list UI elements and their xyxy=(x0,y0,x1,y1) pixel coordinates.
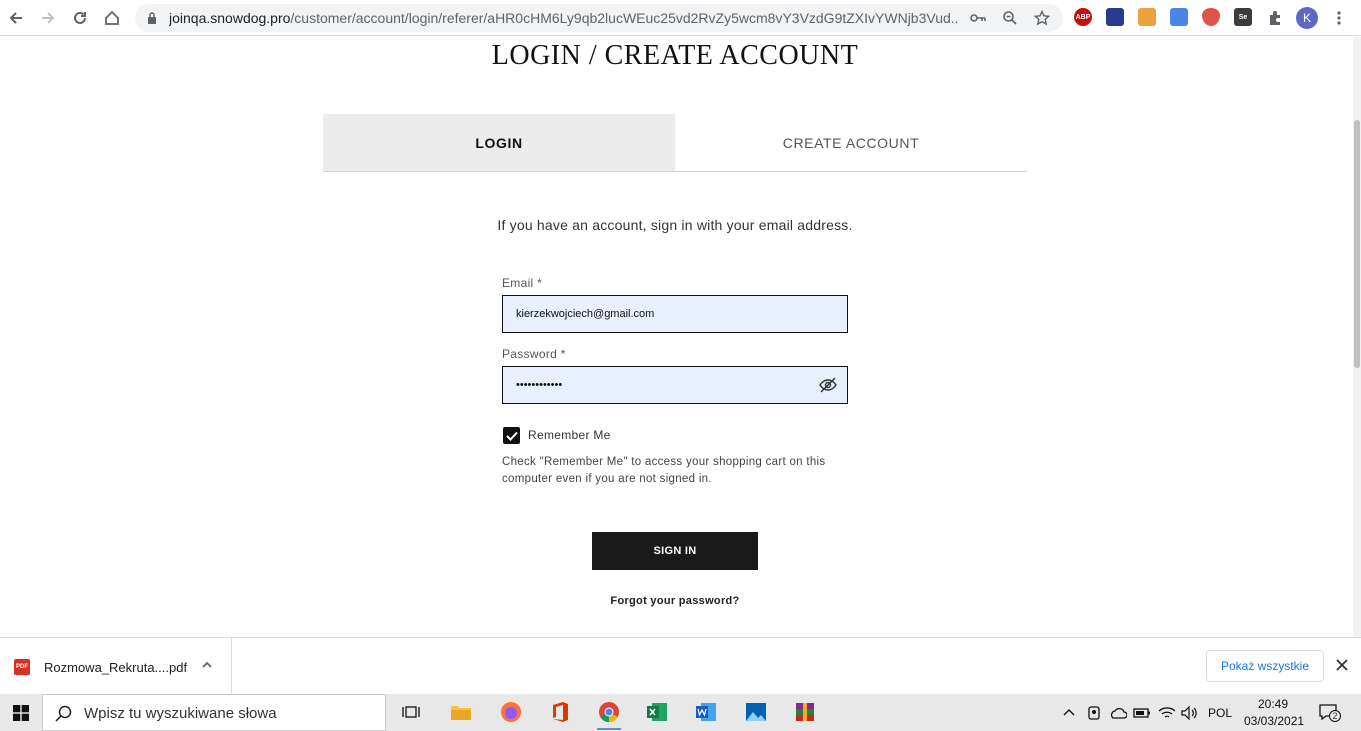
firefox-icon[interactable] xyxy=(497,698,525,726)
shield-ext-icon[interactable] xyxy=(1202,8,1220,26)
google-translate-icon[interactable] xyxy=(1170,8,1188,26)
volume-icon[interactable] xyxy=(1181,706,1199,720)
back-button[interactable] xyxy=(4,6,28,30)
start-button[interactable] xyxy=(0,694,42,731)
checkmark-icon xyxy=(505,431,518,441)
download-file-name: Rozmowa_Rekruta....pdf xyxy=(44,660,188,675)
account-tabs: LOGIN CREATE ACCOUNT xyxy=(323,114,1027,172)
remember-me-checkbox[interactable] xyxy=(503,427,520,444)
forward-arrow-icon xyxy=(42,12,55,24)
remember-me-label[interactable]: Remember Me xyxy=(528,428,611,442)
reload-icon xyxy=(74,11,86,24)
word-icon[interactable] xyxy=(692,698,720,726)
password-value: •••••••••••• xyxy=(516,379,563,391)
page-title: LOGIN / CREATE ACCOUNT xyxy=(491,40,859,71)
abp-icon[interactable]: ABP xyxy=(1074,8,1092,26)
profile-avatar[interactable]: K xyxy=(1296,7,1318,29)
pdf-file-icon: PDF xyxy=(14,659,30,675)
email-value: kierzekwojciech@gmail.com xyxy=(516,308,655,320)
notification-count-badge: 2 xyxy=(1329,710,1341,722)
language-indicator[interactable]: POL xyxy=(1208,706,1232,720)
home-button[interactable] xyxy=(100,6,124,30)
extensions-puzzle-icon[interactable] xyxy=(1263,6,1287,30)
clock-date[interactable]: 03/03/2021 xyxy=(1244,714,1304,728)
notifications-button[interactable]: 2 xyxy=(1319,704,1341,722)
download-item[interactable]: PDF Rozmowa_Rekruta....pdf xyxy=(0,638,232,694)
file-type-label: PDF xyxy=(16,664,28,670)
address-bar[interactable]: joinqa.snowdog.pro/customer/account/logi… xyxy=(135,4,1063,32)
onedrive-cloud-icon[interactable] xyxy=(1109,707,1127,719)
office-icon[interactable] xyxy=(546,698,574,726)
search-icon xyxy=(55,705,72,722)
excel-icon[interactable] xyxy=(643,698,671,726)
remember-me-help: Check "Remember Me" to access your shopp… xyxy=(502,456,826,485)
back-arrow-icon xyxy=(9,12,22,24)
taskbar-search[interactable]: Wpisz tu wyszukiwane słowa xyxy=(42,694,386,731)
email-label: Email * xyxy=(502,276,543,290)
tab-create-account[interactable]: CREATE ACCOUNT xyxy=(675,114,1027,171)
selenium-ide-icon[interactable]: Se xyxy=(1234,8,1252,26)
windows-taskbar: Wpisz tu wyszukiwane słowa POL 20:49 03/… xyxy=(0,694,1361,731)
forward-button[interactable] xyxy=(36,6,60,30)
windows-logo-icon xyxy=(13,704,29,721)
chrome-icon[interactable] xyxy=(595,698,623,730)
ext-mail-icon[interactable] xyxy=(1138,8,1156,26)
browser-toolbar: joinqa.snowdog.pro/customer/account/logi… xyxy=(0,0,1361,36)
url-text: joinqa.snowdog.pro/customer/account/logi… xyxy=(169,10,959,26)
wifi-icon[interactable] xyxy=(1158,706,1176,720)
ext-blue-icon[interactable] xyxy=(1106,8,1124,26)
close-icon[interactable] xyxy=(1334,657,1350,673)
abp-label: ABP xyxy=(1075,13,1091,21)
password-label: Password * xyxy=(502,347,566,361)
password-field[interactable]: •••••••••••• xyxy=(502,366,848,404)
tray-chevron-up-icon[interactable] xyxy=(1063,707,1075,717)
login-intro-text: If you have an account, sign in with you… xyxy=(497,217,853,233)
url-domain: joinqa.snowdog.pro xyxy=(169,10,291,26)
password-key-icon[interactable] xyxy=(969,9,987,27)
forgot-password-link[interactable]: Forgot your password? xyxy=(0,595,1350,607)
file-explorer-icon[interactable] xyxy=(447,698,475,726)
lock-icon xyxy=(148,12,156,24)
sign-in-button[interactable]: SIGN IN xyxy=(592,532,758,570)
home-icon xyxy=(105,10,119,25)
reload-button[interactable] xyxy=(68,6,92,30)
tab-login[interactable]: LOGIN xyxy=(323,114,675,171)
url-path: /customer/account/login/referer/aHR0cHM6… xyxy=(290,10,959,26)
bookmark-star-icon[interactable] xyxy=(1033,9,1051,27)
zoom-icon[interactable] xyxy=(1001,9,1019,27)
clock-time[interactable]: 20:49 xyxy=(1258,697,1288,711)
meet-now-icon[interactable] xyxy=(1087,705,1101,721)
scrollbar-thumb[interactable] xyxy=(1354,120,1360,368)
browser-menu-icon[interactable] xyxy=(1327,6,1351,30)
winrar-icon[interactable] xyxy=(791,698,819,726)
battery-icon[interactable] xyxy=(1133,707,1151,719)
selenium-label: Se xyxy=(1238,13,1248,21)
email-field[interactable]: kierzekwojciech@gmail.com xyxy=(502,295,848,333)
photos-icon[interactable] xyxy=(742,698,770,726)
task-view-icon[interactable] xyxy=(397,698,425,726)
eye-slash-icon[interactable] xyxy=(819,377,837,393)
chevron-up-icon[interactable] xyxy=(200,658,214,672)
show-all-downloads-button[interactable]: Pokaż wszystkie xyxy=(1206,650,1324,682)
search-placeholder: Wpisz tu wyszukiwane słowa xyxy=(84,705,277,722)
download-bar: PDF Rozmowa_Rekruta....pdf Pokaż wszystk… xyxy=(0,637,1361,694)
